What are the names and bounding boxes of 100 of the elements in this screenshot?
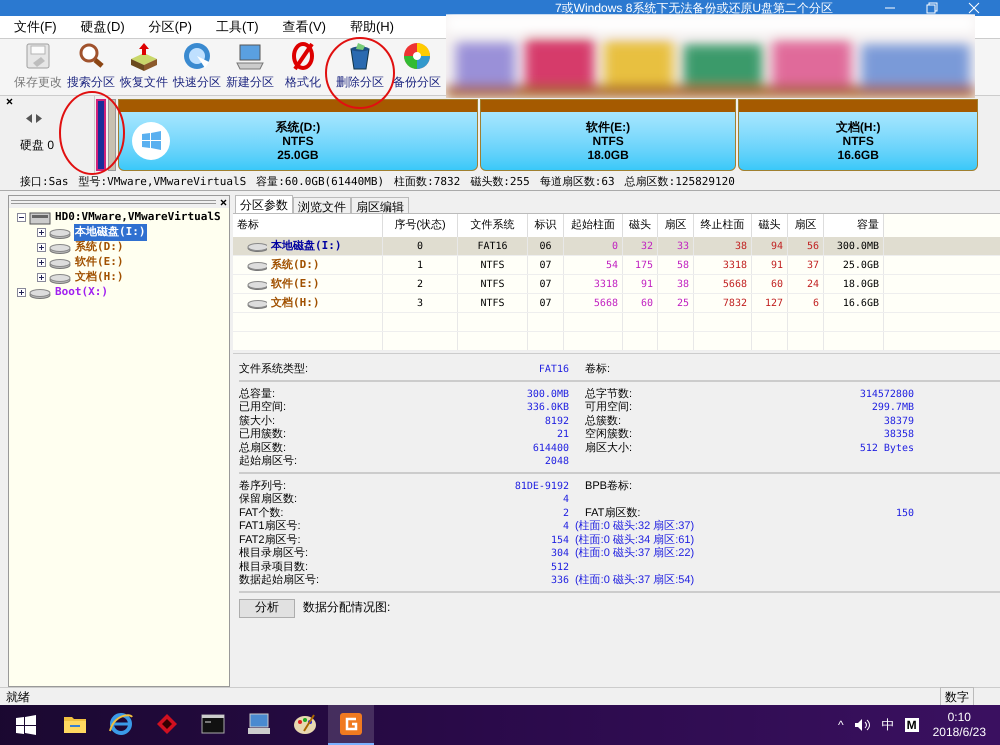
expand-icon[interactable] <box>37 273 46 282</box>
table-row[interactable]: 系统(D:) 1 NTFS 07 54 175 58 3318 91 37 25.0GB <box>233 256 1000 275</box>
tray-chevron[interactable]: ^ <box>838 716 844 734</box>
field-label: 根目录项目数: <box>239 560 308 574</box>
table-row[interactable]: 文档(H:) 3 NTFS 07 5668 60 25 7832 127 6 16.6GB <box>233 294 1000 313</box>
pie-icon <box>402 41 432 71</box>
table-cell: 54 <box>564 256 623 274</box>
disk-info-text: 每道扇区数:63 <box>540 174 615 190</box>
tab[interactable]: 扇区编辑 <box>351 197 409 213</box>
toolbar-button[interactable]: 格式化 <box>279 41 327 91</box>
partition-fs: NTFS <box>592 134 624 148</box>
field-label: 根目录扇区号: <box>239 547 308 560</box>
menu-item[interactable]: 帮助(H) <box>348 17 396 37</box>
analyze-button[interactable]: 分析 <box>239 598 295 618</box>
menu-item[interactable]: 工具(T) <box>214 17 261 37</box>
field-value: 38358 <box>884 428 914 442</box>
clock-time[interactable]: 0:10 <box>948 710 971 725</box>
field-label: 已用簇数: <box>239 428 286 442</box>
table-cell: NTFS <box>458 294 528 312</box>
field-value: 512 Bytes <box>860 442 914 455</box>
taskbar-app[interactable] <box>328 705 374 745</box>
table-row[interactable]: 软件(E:) 2 NTFS 07 3318 91 38 5668 60 24 18.0GB <box>233 275 1000 294</box>
partition-block[interactable]: 文档(H:) NTFS 16.6GB <box>738 99 978 171</box>
menu-item[interactable]: 硬盘(D) <box>78 17 127 37</box>
tree-item[interactable]: 本地磁盘(I:) <box>74 224 146 241</box>
tree-item[interactable]: 软件(E:) <box>74 254 124 271</box>
ime-mode[interactable]: M <box>904 718 919 732</box>
drive-icon <box>247 278 267 290</box>
partition-block[interactable]: 软件(E:) NTFS 18.0GB <box>480 99 736 171</box>
tab[interactable]: 浏览文件 <box>293 197 351 213</box>
field-value: 8192 <box>544 414 569 428</box>
table-cell: 38 <box>694 237 752 255</box>
clock-date[interactable]: 2018/6/23 <box>932 725 986 740</box>
disk-label: 硬盘 0 <box>19 137 56 154</box>
column-header[interactable]: 序号(状态) <box>383 214 458 237</box>
field-value: 81DE-9192 <box>514 480 569 493</box>
tree-item[interactable]: HD0:VMware,VMwareVirtualS <box>54 209 222 226</box>
table-cell-text: 系统(D:) <box>271 256 320 273</box>
table-cell: 56 <box>788 237 824 255</box>
tab[interactable]: 分区参数 <box>235 195 293 213</box>
expand-icon[interactable] <box>37 258 46 267</box>
tree-item[interactable]: Boot(X:) <box>54 284 109 301</box>
field-label: 可用空间: <box>585 401 632 414</box>
table-cell: 3 <box>383 294 458 312</box>
toolbar-button[interactable]: 新建分区 <box>226 41 274 91</box>
menu-item[interactable]: 查看(V) <box>280 17 328 37</box>
field-value: 154 <box>550 534 569 547</box>
partition-fs: NTFS <box>842 134 874 148</box>
table-cell: 91 <box>752 256 788 274</box>
drive-icon <box>247 260 267 270</box>
column-header[interactable]: 标识 <box>528 214 564 237</box>
collapse-icon[interactable] <box>17 213 26 222</box>
table-cell: 07 <box>528 294 564 312</box>
toolbar-button[interactable]: 快速分区 <box>173 41 221 91</box>
table-cell: 1 <box>383 256 458 274</box>
expand-icon[interactable] <box>37 228 46 237</box>
table-cell: 25.0GB <box>824 256 884 274</box>
field-value: 299.7MB <box>872 401 914 414</box>
table-row[interactable]: 本地磁盘(I:) 0 FAT16 06 0 32 33 38 94 56 300.0MB <box>233 237 1000 256</box>
field-label: 已用空间: <box>239 401 286 414</box>
speaker-icon <box>854 718 872 732</box>
table-cell: 2 <box>383 275 458 293</box>
menu-item[interactable]: 文件(F) <box>12 17 59 37</box>
toolbar-button[interactable]: 备份分区 <box>393 41 441 91</box>
windows-start-icon <box>16 715 36 735</box>
menu-item[interactable]: 分区(P) <box>146 17 194 37</box>
field-label: 卷标: <box>585 363 610 376</box>
computer-icon <box>246 711 272 737</box>
toolbar-button[interactable]: 恢复文件 <box>120 41 168 91</box>
column-header[interactable]: 扇区 <box>658 214 694 237</box>
table-cell: 25 <box>658 294 694 312</box>
windows-logo-icon <box>131 121 171 161</box>
field-value: 304 <box>550 547 569 560</box>
table-cell-text: 软件(E:) <box>271 276 320 292</box>
column-header[interactable]: 磁头 <box>623 214 658 237</box>
toolbar-button[interactable]: 搜索分区 <box>67 41 115 91</box>
drive-icon <box>49 226 71 238</box>
column-header[interactable]: 终止柱面 <box>694 214 752 237</box>
table-cell: 24 <box>788 275 824 293</box>
field-label: 总簇数: <box>585 414 622 428</box>
column-header[interactable]: 磁头 <box>752 214 788 237</box>
ime-indicator[interactable]: 中 <box>882 715 895 735</box>
table-cell: 07 <box>528 256 564 274</box>
field-label: 起始扇区号: <box>239 455 298 468</box>
tree-item[interactable]: 文档(H:) <box>74 269 124 286</box>
table-cell: 60 <box>623 294 658 312</box>
table-cell: 16.6GB <box>824 294 884 312</box>
field-label: 卷序列号: <box>239 480 286 492</box>
tree-item[interactable]: 系统(D:) <box>74 239 124 256</box>
expand-icon[interactable] <box>37 243 46 252</box>
column-header[interactable]: 卷标 <box>233 214 383 237</box>
field-value: (柱面:0 磁头:37 扇区:54) <box>574 574 694 588</box>
column-header[interactable]: 文件系统 <box>458 214 528 237</box>
table-cell-text: 本地磁盘(I:) <box>271 238 342 254</box>
column-header[interactable]: 扇区 <box>788 214 824 237</box>
partition-block[interactable]: 系统(D:) NTFS 25.0GB <box>118 99 478 171</box>
column-header[interactable]: 容量 <box>824 214 884 237</box>
table-cell: 3318 <box>564 275 623 293</box>
expand-icon[interactable] <box>17 288 26 297</box>
column-header[interactable]: 起始柱面 <box>564 214 623 237</box>
